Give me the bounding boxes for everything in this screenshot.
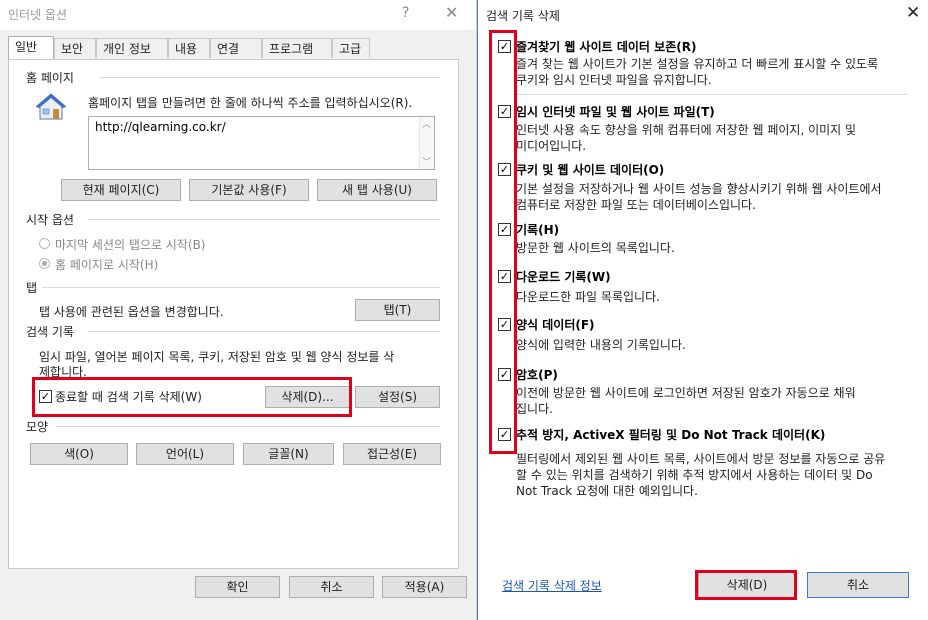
cancel-button[interactable]: 취소 <box>807 572 909 598</box>
highlight-box <box>32 377 352 417</box>
tab-programs[interactable]: 프로그램 <box>262 38 332 58</box>
divider <box>42 287 440 288</box>
apply-button[interactable]: 적용(A) <box>382 576 467 598</box>
history-description-line1: 임시 파일, 열어본 페이지 목록, 쿠키, 저장된 암호 및 웹 양식 정보를… <box>39 350 395 364</box>
description-line: 양식에 입력한 내용의 기록입니다. <box>516 338 686 352</box>
tab-privacy[interactable]: 개인 정보 <box>96 38 168 58</box>
home-page-description: 홈페이지 탭을 만들려면 한 줄에 하나씩 주소를 입력하십시오(R). <box>88 96 413 110</box>
download-history-description: 다운로드한 파일 목록입니다. <box>516 289 911 305</box>
description-line: 기본 설정을 저장하거나 웹 사이트 성능을 향상시키기 위해 웹 사이트에서 <box>516 182 882 196</box>
description-line: 인터넷 사용 속도 향상을 위해 컴퓨터에 저장한 웹 페이지, 이미지 및 <box>516 123 857 137</box>
close-icon[interactable]: ✕ <box>445 3 458 22</box>
history-settings-button[interactable]: 설정(S) <box>355 386 440 408</box>
description-line: 쿠키와 임시 인터넷 파일을 유지합니다. <box>516 73 712 87</box>
description-line: 할 수 있는 위치를 검색하기 위해 추적 방지에서 사용하는 데이터 및 Do <box>516 468 873 482</box>
tabs-settings-button[interactable]: 탭(T) <box>355 299 440 321</box>
passwords-label: 암호(P) <box>516 368 558 382</box>
accessibility-button[interactable]: 접근성(E) <box>343 443 441 465</box>
internet-options-window: 인터넷 옵션 ? ✕ 일반 보안 개인 정보 내용 연결 프로그램 고급 홈 페… <box>0 0 477 620</box>
about-delete-history-link[interactable]: 검색 기록 삭제 정보 <box>502 577 602 594</box>
appearance-section-label: 모양 <box>26 420 49 434</box>
description-line: 즐겨 찾는 웹 사이트가 기본 설정을 유지하고 더 빠르게 표시할 수 있도록 <box>516 57 879 71</box>
description-line: 컴퓨터로 저장한 파일 또는 데이터베이스입니다. <box>516 198 756 212</box>
description-line: 다운로드한 파일 목록입니다. <box>516 290 660 304</box>
tab-connections[interactable]: 연결 <box>210 38 262 58</box>
description-line: 미디어입니다. <box>516 139 587 153</box>
delete-history-dialog: 검색 기록 삭제 ✕ ✓ 즐겨찾기 웹 사이트 데이터 보존(R) 즐겨 찾는 … <box>477 0 928 620</box>
tab-advanced[interactable]: 고급 <box>332 38 370 58</box>
textarea-scrollbar[interactable]: ︿ ﹀ <box>419 117 434 169</box>
tab-general[interactable]: 일반 <box>8 36 54 60</box>
preserve-favorites-label: 즐겨찾기 웹 사이트 데이터 보존(R) <box>516 40 697 54</box>
languages-button[interactable]: 언어(L) <box>136 443 234 465</box>
description-line: 방문한 웹 사이트의 목록입니다. <box>516 241 675 255</box>
home-page-url-textarea[interactable]: http://qlearning.co.kr/ ︿ ﹀ <box>88 116 435 170</box>
startup-last-session-radio[interactable] <box>39 238 50 249</box>
startup-section-label: 시작 옵션 <box>26 213 74 227</box>
history-description: 방문한 웹 사이트의 목록입니다. <box>516 240 911 256</box>
tabs-section-label: 탭 <box>26 281 38 295</box>
download-history-label: 다운로드 기록(W) <box>516 270 611 284</box>
divider <box>516 94 908 95</box>
use-new-tab-button[interactable]: 새 탭 사용(U) <box>317 179 437 201</box>
divider <box>100 77 440 78</box>
history-label: 기록(H) <box>516 223 560 237</box>
tab-content[interactable]: 내용 <box>168 38 210 58</box>
description-line: 이전에 방문한 웹 사이트에 로그인하면 저장된 암호가 자동으로 채워 <box>516 386 856 400</box>
startup-home-page-radio[interactable] <box>39 258 50 269</box>
temp-files-description: 인터넷 사용 속도 향상을 위해 컴퓨터에 저장한 웹 페이지, 이미지 및 미… <box>516 122 911 154</box>
divider <box>88 219 440 220</box>
cancel-button[interactable]: 취소 <box>289 576 374 598</box>
home-page-url-value: http://qlearning.co.kr/ <box>95 120 226 134</box>
description-line: 필터링에서 제외된 웹 사이트 목록, 사이트에서 방문 정보를 자동으로 공유 <box>516 452 886 466</box>
description-line: 집니다. <box>516 402 553 416</box>
home-page-section-label: 홈 페이지 <box>26 71 74 85</box>
startup-home-page-label: 홈 페이지로 시작(H) <box>55 258 159 272</box>
help-icon[interactable]: ? <box>402 5 409 21</box>
window-title: 인터넷 옵션 <box>8 8 68 22</box>
form-data-description: 양식에 입력한 내용의 기록입니다. <box>516 337 911 353</box>
divider <box>88 331 440 332</box>
dialog-title: 검색 기록 삭제 <box>486 9 560 23</box>
scroll-up-icon[interactable]: ︿ <box>422 117 431 130</box>
scroll-down-icon[interactable]: ﹀ <box>422 155 431 168</box>
cookies-description: 기본 설정을 저장하거나 웹 사이트 성능을 향상시키기 위해 웹 사이트에서 … <box>516 181 911 213</box>
use-current-button[interactable]: 현재 페이지(C) <box>61 179 181 201</box>
divider <box>56 426 440 427</box>
preserve-favorites-description: 즐겨 찾는 웹 사이트가 기본 설정을 유지하고 더 빠르게 표시할 수 있도록… <box>516 56 911 88</box>
passwords-description: 이전에 방문한 웹 사이트에 로그인하면 저장된 암호가 자동으로 채워 집니다… <box>516 385 911 417</box>
tracking-protection-description: 필터링에서 제외된 웹 사이트 목록, 사이트에서 방문 정보를 자동으로 공유… <box>516 451 911 499</box>
close-icon[interactable]: ✕ <box>906 3 920 23</box>
ok-button[interactable]: 확인 <box>195 576 280 598</box>
title-bar: 인터넷 옵션 ? ✕ <box>0 0 476 30</box>
tracking-protection-label: 추적 방지, ActiveX 필터링 및 Do Not Track 데이터(K) <box>516 428 826 442</box>
temp-files-label: 임시 인터넷 파일 및 웹 사이트 파일(T) <box>516 105 715 119</box>
house-icon <box>34 92 68 122</box>
history-section-label: 검색 기록 <box>26 325 74 339</box>
tabs-description: 탭 사용에 관련된 옵션을 변경합니다. <box>39 305 224 319</box>
cookies-label: 쿠키 및 웹 사이트 데이터(O) <box>516 163 665 177</box>
form-data-label: 양식 데이터(F) <box>516 318 595 332</box>
highlight-box <box>695 570 797 600</box>
tab-security[interactable]: 보안 <box>54 38 96 58</box>
colors-button[interactable]: 색(O) <box>30 443 128 465</box>
highlight-box <box>489 30 517 454</box>
startup-last-session-label: 마지막 세션의 탭으로 시작(B) <box>55 238 206 252</box>
description-line: Not Track 요청에 대한 예외입니다. <box>516 484 698 498</box>
fonts-button[interactable]: 글꼴(N) <box>243 443 334 465</box>
use-default-button[interactable]: 기본값 사용(F) <box>189 179 309 201</box>
